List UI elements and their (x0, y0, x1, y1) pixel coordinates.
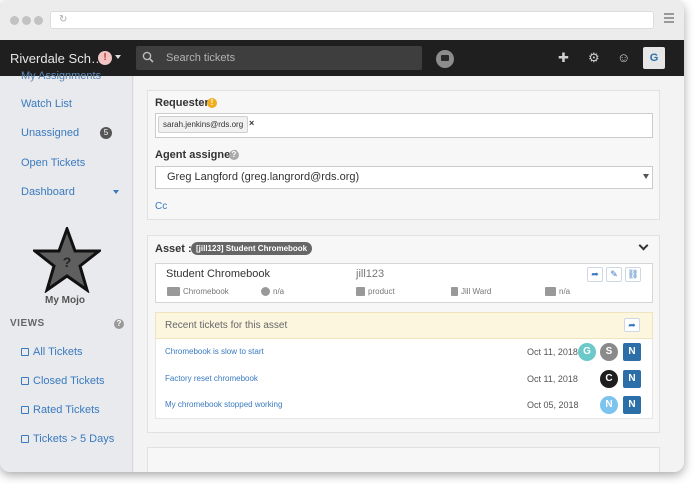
remove-requester-icon[interactable]: × (249, 118, 254, 128)
category-icon (167, 287, 180, 296)
status-badge: N (623, 343, 641, 361)
view-link-icon (21, 406, 29, 414)
sidebar-item-watch-list[interactable]: Watch List (21, 98, 72, 110)
help-icon[interactable]: ? (114, 319, 124, 329)
window-control-dot[interactable] (34, 16, 43, 25)
puzzle-icon[interactable]: ✚ (558, 51, 569, 65)
asset-location: n/a (273, 287, 285, 296)
sidebar-item-my-assignments[interactable]: My Assignments (21, 70, 101, 82)
view-link-icon (21, 377, 29, 385)
building-icon (356, 287, 365, 296)
next-panel (147, 447, 660, 472)
view-rated-tickets[interactable]: Rated Tickets (33, 404, 100, 416)
sidebar-item-open-tickets[interactable]: Open Tickets (21, 157, 85, 169)
search-icon (142, 51, 154, 63)
sidebar-item-unassigned[interactable]: Unassigned (21, 127, 79, 139)
search-bar[interactable] (136, 46, 422, 70)
requester-chip[interactable]: sarah.jenkins@rds.org (158, 116, 249, 133)
user-avatar-button[interactable]: G (643, 47, 665, 69)
mojo-star-icon[interactable]: ? (33, 227, 101, 293)
status-badge: N (623, 396, 641, 414)
browser-window: ↻ Riverdale Sch… ! ✚ ⚙ ☺ G My Assignment… (0, 0, 684, 472)
avatar: G (578, 343, 596, 361)
recent-ticket-date: Oct 05, 2018 (527, 400, 579, 410)
reload-icon[interactable]: ↻ (59, 14, 67, 25)
views-heading: VIEWS (10, 318, 45, 329)
view-closed-tickets[interactable]: Closed Tickets (33, 375, 105, 387)
open-icon[interactable]: ➦ (624, 318, 640, 332)
requester-label: Requester (155, 97, 209, 109)
status-badge: N (623, 370, 641, 388)
keyboard-shortcuts-icon[interactable] (436, 50, 454, 68)
asset-badge: [jill123] Student Chromebook (191, 242, 313, 255)
asset-type: product (368, 287, 395, 296)
agent-label: Agent assigned (155, 149, 237, 161)
address-bar[interactable]: ↻ (50, 11, 654, 29)
chevron-down-icon[interactable] (113, 190, 119, 194)
unassigned-count-badge: 5 (100, 127, 112, 139)
avatar: C (600, 370, 618, 388)
asset-category: Chromebook (183, 287, 229, 296)
recent-ticket-date: Oct 11, 2018 (527, 374, 578, 384)
gear-icon[interactable]: ⚙ (588, 51, 600, 65)
chevron-down-icon[interactable] (643, 174, 649, 179)
smiley-icon[interactable]: ☺ (617, 51, 630, 65)
browser-menu-icon[interactable] (664, 13, 674, 25)
user-icon (451, 287, 458, 296)
briefcase-icon (545, 287, 556, 296)
edit-icon[interactable]: ✎ (606, 267, 622, 282)
window-control-dot[interactable] (22, 16, 31, 25)
asset-tag: jill123 (356, 268, 385, 280)
view-tickets-over-5-days[interactable]: Tickets > 5 Days (33, 433, 114, 445)
search-input[interactable] (166, 50, 406, 66)
help-icon[interactable]: ? (229, 150, 239, 160)
app-title[interactable]: Riverdale Sch… (10, 51, 104, 66)
recent-ticket-link[interactable]: My chromebook stopped working (165, 400, 282, 409)
sidebar-item-dashboard[interactable]: Dashboard (21, 186, 75, 198)
browser-chrome: ↻ (0, 0, 684, 40)
asset-name: Student Chromebook (166, 268, 270, 280)
recent-ticket-date: Oct 11, 2018 (527, 347, 578, 357)
recent-ticket-link[interactable]: Factory reset chromebook (165, 374, 258, 383)
agent-select[interactable]: Greg Langford (greg.langrord@rds.org) (155, 166, 653, 189)
open-icon[interactable]: ➦ (587, 267, 603, 282)
chevron-down-icon[interactable] (115, 55, 121, 59)
recent-tickets-title: Recent tickets for this asset (165, 320, 288, 331)
window-control-dot[interactable] (10, 16, 19, 25)
cc-link[interactable]: Cc (155, 201, 167, 212)
recent-ticket-link[interactable]: Chromebook is slow to start (165, 347, 264, 356)
alert-icon[interactable]: ! (98, 51, 112, 65)
globe-icon (261, 287, 270, 296)
asset-label: Asset : (155, 243, 192, 255)
asset-owner: Jill Ward (461, 287, 492, 296)
avatar: N (600, 396, 618, 414)
avatar: S (600, 343, 618, 361)
svg-text:?: ? (63, 254, 72, 270)
unlink-icon[interactable]: ⛓ (625, 267, 641, 282)
view-link-icon (21, 348, 29, 356)
view-all-tickets[interactable]: All Tickets (33, 346, 83, 358)
view-link-icon (21, 435, 29, 443)
mojo-label: My Mojo (45, 295, 85, 306)
asset-serial: n/a (559, 287, 571, 296)
warning-icon: ! (207, 98, 217, 108)
